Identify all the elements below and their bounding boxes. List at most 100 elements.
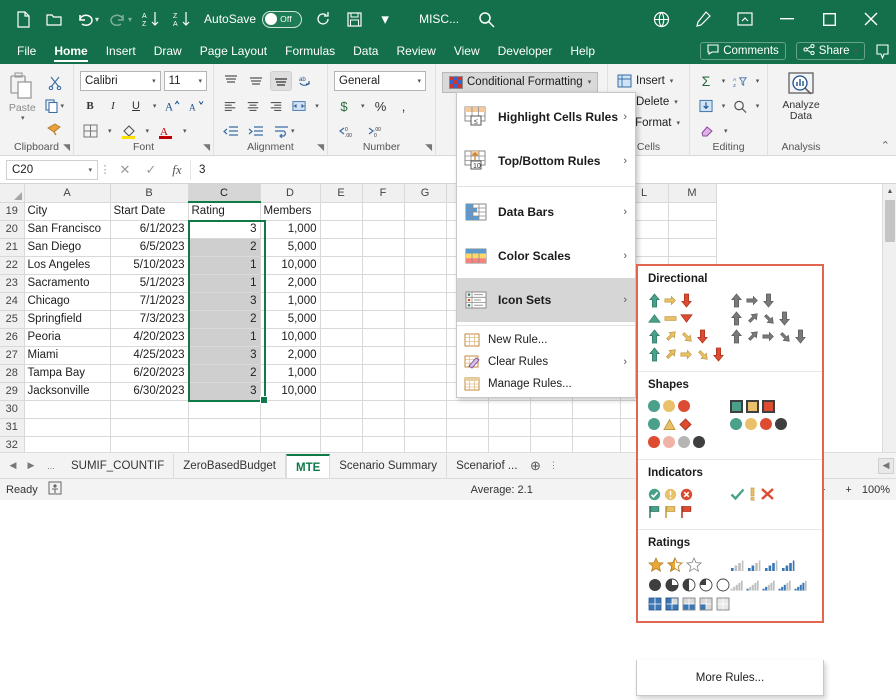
cell-H30[interactable] [446, 400, 488, 418]
cell-D23[interactable]: 2,000 [260, 274, 320, 292]
menu-item-highlight-cells-rules[interactable]: ≤ Highlight Cells Rules › [457, 95, 635, 139]
cell-C24[interactable]: 3 [188, 292, 260, 310]
paste-button[interactable]: Paste ▾ [6, 70, 38, 139]
font-color-button[interactable]: A [155, 121, 176, 141]
sheet-tab-mte[interactable]: MTE [286, 454, 330, 478]
cell-G21[interactable] [404, 238, 446, 256]
scroll-up-button[interactable]: ▲ [883, 184, 896, 198]
row-header[interactable]: 32 [0, 436, 24, 452]
menu-item-manage-rules[interactable]: Manage Rules... [457, 373, 635, 395]
cell-G24[interactable] [404, 292, 446, 310]
cell-F30[interactable] [362, 400, 404, 418]
cell-F25[interactable] [362, 310, 404, 328]
increase-indent-icon[interactable] [245, 121, 267, 141]
cell-M19[interactable] [668, 202, 716, 220]
tab-draw[interactable]: Draw [145, 38, 191, 64]
menu-item-top-bottom-rules[interactable]: 10 Top/Bottom Rules › [457, 139, 635, 183]
merge-cells-icon[interactable] [289, 96, 309, 116]
bold-button[interactable]: B [80, 96, 100, 116]
icon-set-3-signs[interactable] [648, 415, 730, 433]
icon-set-3-traffic-lights-unrimmed[interactable] [648, 397, 730, 415]
icon-set-3-symbols-uncircled[interactable] [730, 485, 812, 503]
number-dialog-launcher-icon[interactable]: ◥ [425, 142, 432, 153]
column-header-F[interactable]: F [362, 184, 404, 202]
icon-set-3-arrows-colored[interactable] [648, 291, 730, 309]
column-header-E[interactable]: E [320, 184, 362, 202]
search-icon[interactable] [471, 6, 501, 32]
cell-B32[interactable] [110, 436, 188, 452]
number-format-combo[interactable]: General▾ [334, 71, 426, 91]
cell-B24[interactable]: 7/1/2023 [110, 292, 188, 310]
cell-H32[interactable] [446, 436, 488, 452]
open-folder-icon[interactable] [39, 6, 69, 32]
column-header-C[interactable]: C [188, 184, 260, 202]
column-header-B[interactable]: B [110, 184, 188, 202]
cell-F27[interactable] [362, 346, 404, 364]
cell-J32[interactable] [530, 436, 572, 452]
cell-B30[interactable] [110, 400, 188, 418]
cell-G19[interactable] [404, 202, 446, 220]
increase-decimal-icon[interactable]: 0.00 [334, 121, 360, 141]
cell-B21[interactable]: 6/5/2023 [110, 238, 188, 256]
sheet-tab-scenario-summary[interactable]: Scenario Summary [330, 454, 447, 478]
cell-A28[interactable]: Tampa Bay [24, 364, 110, 382]
cell-D32[interactable] [260, 436, 320, 452]
font-dialog-launcher-icon[interactable]: ◥ [203, 142, 210, 153]
font-size-combo[interactable]: 11▾ [164, 71, 207, 91]
redo-dropdown-icon[interactable]: ▾ [128, 15, 132, 24]
icon-set-5-ratings-bars[interactable] [730, 575, 812, 594]
cell-C26[interactable]: 1 [188, 328, 260, 346]
italic-button[interactable]: I [103, 96, 123, 116]
icon-set-3-arrows-gray[interactable] [730, 291, 812, 309]
cell-A27[interactable]: Miami [24, 346, 110, 364]
conditional-formatting-button[interactable]: Conditional Formatting ▾ [442, 72, 598, 93]
tab-home[interactable]: Home [45, 38, 96, 64]
confirm-icon[interactable]: ✓ [138, 160, 164, 180]
insert-cells-button[interactable]: Insert ▾ [614, 70, 683, 91]
cell-F21[interactable] [362, 238, 404, 256]
row-header[interactable]: 29 [0, 382, 24, 400]
cell-C19[interactable]: Rating [188, 202, 260, 220]
icon-set-4-red-to-black[interactable] [648, 433, 730, 451]
menu-item-color-scales[interactable]: Color Scales › [457, 234, 635, 278]
analyze-data-button[interactable]: Analyze Data [770, 68, 832, 122]
cell-B19[interactable]: Start Date [110, 202, 188, 220]
tab-page-layout[interactable]: Page Layout [191, 38, 276, 64]
save-icon[interactable] [339, 6, 369, 32]
cell-D20[interactable]: 1,000 [260, 220, 320, 238]
delete-dropdown-icon[interactable]: ▾ [674, 98, 678, 106]
cell-B23[interactable]: 5/1/2023 [110, 274, 188, 292]
cell-G30[interactable] [404, 400, 446, 418]
tab-view[interactable]: View [445, 38, 489, 64]
row-header[interactable]: 23 [0, 274, 24, 292]
conditional-formatting-dropdown-icon[interactable]: ▾ [588, 78, 592, 86]
cell-G22[interactable] [404, 256, 446, 274]
tab-file[interactable]: File [8, 38, 45, 64]
cell-F26[interactable] [362, 328, 404, 346]
autosave-toggle[interactable]: Off [262, 11, 302, 28]
align-top-icon[interactable] [220, 71, 242, 91]
cell-A23[interactable]: Sacramento [24, 274, 110, 292]
sheet-tab-sumif-countif[interactable]: SUMIF_COUNTIF [62, 454, 174, 478]
tab-help[interactable]: Help [561, 38, 604, 64]
cell-H31[interactable] [446, 418, 488, 436]
cell-E27[interactable] [320, 346, 362, 364]
alignment-dialog-launcher-icon[interactable]: ◥ [317, 142, 324, 153]
cell-E21[interactable] [320, 238, 362, 256]
refresh-icon[interactable] [308, 6, 338, 32]
row-header[interactable]: 25 [0, 310, 24, 328]
cell-I32[interactable] [488, 436, 530, 452]
vertical-scrollbar[interactable]: ▲ [882, 184, 896, 452]
cell-J31[interactable] [530, 418, 572, 436]
cell-A31[interactable] [24, 418, 110, 436]
cell-G31[interactable] [404, 418, 446, 436]
horizontal-scroll-left-button[interactable]: ◀ [878, 458, 894, 474]
cell-E19[interactable] [320, 202, 362, 220]
copy-dropdown-icon[interactable]: ▾ [60, 102, 64, 110]
cell-B26[interactable]: 4/20/2023 [110, 328, 188, 346]
share-button[interactable]: Share ▾ [796, 42, 865, 60]
cell-E24[interactable] [320, 292, 362, 310]
align-middle-icon[interactable] [245, 71, 267, 91]
cell-A20[interactable]: San Francisco [24, 220, 110, 238]
align-center-icon[interactable] [243, 96, 263, 116]
